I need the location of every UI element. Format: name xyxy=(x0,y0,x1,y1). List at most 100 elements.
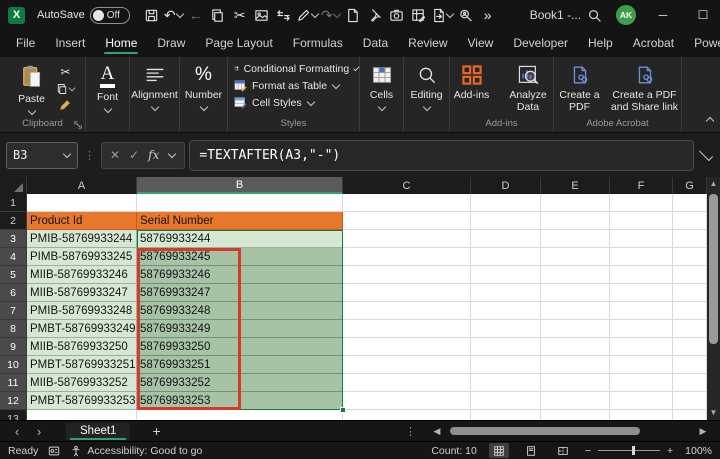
cancel-formula-button[interactable]: ✕ xyxy=(110,148,120,162)
cell-E4[interactable] xyxy=(541,248,610,266)
tab-formulas[interactable]: Formulas xyxy=(283,31,353,57)
expand-formula-bar-icon[interactable] xyxy=(699,147,713,161)
cell-styles-button[interactable]: Cell Styles xyxy=(228,95,359,110)
cell-C8[interactable] xyxy=(343,320,471,338)
save-button[interactable] xyxy=(142,4,162,26)
row-header-2[interactable]: 2 xyxy=(0,212,27,230)
cell-D7[interactable] xyxy=(471,302,541,320)
sheet-tab-sheet1[interactable]: Sheet1 xyxy=(66,423,130,440)
cell-D9[interactable] xyxy=(471,338,541,356)
cell-B1[interactable] xyxy=(137,194,343,212)
name-box[interactable]: B3 xyxy=(6,142,78,169)
macro-record-icon[interactable] xyxy=(48,445,60,457)
cell-F1[interactable] xyxy=(610,194,673,212)
tab-acrobat[interactable]: Acrobat xyxy=(623,31,684,57)
row-header-3[interactable]: 3 xyxy=(0,230,27,248)
cell-D1[interactable] xyxy=(471,194,541,212)
add-sheet-button[interactable]: + xyxy=(152,423,160,439)
cell-F9[interactable] xyxy=(610,338,673,356)
cell-A1[interactable] xyxy=(27,194,137,212)
vertical-scrollbar-thumb[interactable] xyxy=(709,194,718,344)
zoom-slider-knob[interactable] xyxy=(632,446,635,455)
tab-developer[interactable]: Developer xyxy=(503,31,578,57)
tab-help[interactable]: Help xyxy=(578,31,623,57)
cell-C10[interactable] xyxy=(343,356,471,374)
cell-C12[interactable] xyxy=(343,392,471,410)
tab-data[interactable]: Data xyxy=(353,31,398,57)
previous-sheet-icon[interactable]: ‹ xyxy=(8,424,26,439)
enter-formula-button[interactable]: ✓ xyxy=(129,148,139,162)
cell-G11[interactable] xyxy=(673,374,707,392)
cell-E2[interactable] xyxy=(541,212,610,230)
cell-A5[interactable]: MIIB-58769933246 xyxy=(27,266,137,284)
excel-logo-icon[interactable]: X xyxy=(8,7,25,24)
cell-D11[interactable] xyxy=(471,374,541,392)
normal-view-button[interactable] xyxy=(489,443,509,458)
row-header-10[interactable]: 10 xyxy=(0,356,27,374)
cell-C9[interactable] xyxy=(343,338,471,356)
tab-home[interactable]: Home xyxy=(95,31,147,57)
lookup-button[interactable] xyxy=(456,4,476,26)
column-header-C[interactable]: C xyxy=(343,177,471,194)
cell-C7[interactable] xyxy=(343,302,471,320)
cell-C6[interactable] xyxy=(343,284,471,302)
column-header-B[interactable]: B xyxy=(137,177,343,194)
cell-G2[interactable] xyxy=(673,212,707,230)
cell-G10[interactable] xyxy=(673,356,707,374)
draw-button[interactable] xyxy=(296,4,319,26)
cell-A9[interactable]: MIIB-58769933250 xyxy=(27,338,137,356)
cell-D10[interactable] xyxy=(471,356,541,374)
undo-button[interactable]: ↶ xyxy=(164,4,184,26)
cell-D5[interactable] xyxy=(471,266,541,284)
cell-B5[interactable]: 58769933246 xyxy=(137,266,343,284)
cell-A11[interactable]: MIIB-58769933252 xyxy=(27,374,137,392)
page-layout-view-button[interactable] xyxy=(521,443,541,458)
form-button[interactable] xyxy=(409,4,429,26)
tab-review[interactable]: Review xyxy=(398,31,457,57)
cell-F6[interactable] xyxy=(610,284,673,302)
editing-button[interactable]: Editing xyxy=(405,62,449,112)
cell-B10[interactable]: 58769933251 xyxy=(137,356,343,374)
cell-E12[interactable] xyxy=(541,392,610,410)
cell-D3[interactable] xyxy=(471,230,541,248)
new-file-button[interactable] xyxy=(343,4,363,26)
cell-A4[interactable]: PIMB-58769933245 xyxy=(27,248,137,266)
cell-G3[interactable] xyxy=(673,230,707,248)
cell-B3[interactable]: 58769933244 xyxy=(137,230,343,248)
zoom-out-button[interactable]: − xyxy=(585,445,591,457)
create-pdf-button[interactable]: Create a PDF xyxy=(556,62,604,113)
tab-file[interactable]: File xyxy=(6,31,45,57)
row-header-4[interactable]: 4 xyxy=(0,248,27,266)
cell-F4[interactable] xyxy=(610,248,673,266)
cell-G1[interactable] xyxy=(673,194,707,212)
row-header-11[interactable]: 11 xyxy=(0,374,27,392)
cell-C4[interactable] xyxy=(343,248,471,266)
autosave-control[interactable]: AutoSave Off xyxy=(37,7,130,24)
cell-E9[interactable] xyxy=(541,338,610,356)
cell-D4[interactable] xyxy=(471,248,541,266)
cell-C11[interactable] xyxy=(343,374,471,392)
tab-split-handle[interactable]: ⋮ xyxy=(405,425,416,438)
cell-B6[interactable]: 58769933247 xyxy=(137,284,343,302)
insert-function-button[interactable]: fx xyxy=(148,148,159,162)
column-header-D[interactable]: D xyxy=(471,177,541,194)
font-button[interactable]: A Font xyxy=(86,62,129,114)
autosave-toggle[interactable]: Off xyxy=(90,7,130,24)
tab-power-pivot[interactable]: Power Pivot xyxy=(684,31,720,57)
row-header-1[interactable]: 1 xyxy=(0,194,27,212)
cells-button[interactable]: Cells xyxy=(360,62,403,112)
row-header-9[interactable]: 9 xyxy=(0,338,27,356)
avatar[interactable]: AK xyxy=(616,5,636,25)
analyze-data-button[interactable]: Analyze Data xyxy=(503,62,553,113)
paste-button[interactable]: Paste xyxy=(10,62,54,116)
cut-button[interactable]: ✂ xyxy=(230,4,250,26)
scroll-left-icon[interactable]: ◀ xyxy=(428,426,446,437)
clipboard-dialog-launcher[interactable] xyxy=(74,121,82,129)
alignment-button[interactable]: Alignment xyxy=(131,62,179,112)
fill-handle[interactable] xyxy=(340,407,346,413)
cell-A12[interactable]: PMBT-58769933253 xyxy=(27,392,137,410)
zoom-slider[interactable]: − + xyxy=(585,445,673,457)
conditional-formatting-button[interactable]: Conditional Formatting xyxy=(228,61,359,76)
cell-E7[interactable] xyxy=(541,302,610,320)
copy-button[interactable] xyxy=(56,81,76,96)
